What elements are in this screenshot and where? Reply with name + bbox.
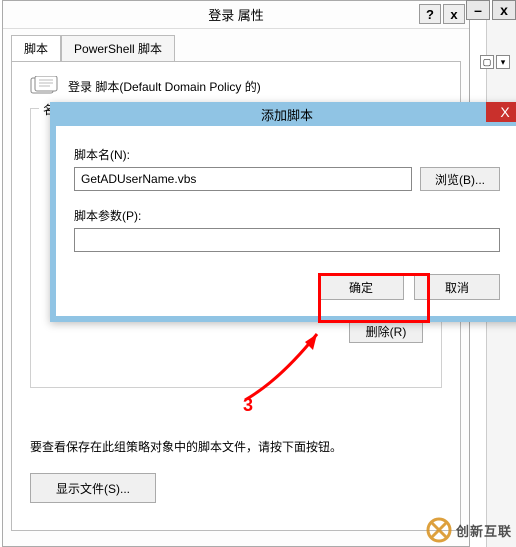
- add-script-dialog: 添加脚本 X 脚本名(N): 浏览(B)... 脚本参数(P): 确定 取消: [50, 102, 516, 322]
- annotation-number: 3: [243, 395, 253, 416]
- cancel-button[interactable]: 取消: [414, 274, 500, 300]
- small-icon-2: ▾: [496, 55, 510, 69]
- small-icon-1: ▢: [480, 55, 494, 69]
- add-script-close-button[interactable]: X: [486, 102, 516, 122]
- tab-scripts[interactable]: 脚本: [11, 35, 61, 61]
- tab-strip: 脚本 PowerShell 脚本: [11, 37, 461, 61]
- policy-header-line: 登录 脚本(Default Domain Policy 的): [30, 76, 442, 96]
- watermark-text: 创新互联: [456, 521, 512, 540]
- script-page-icon: [30, 76, 58, 96]
- background-window-controls: – x: [466, 0, 516, 20]
- background-small-icons: ▢ ▾: [480, 55, 510, 69]
- add-script-title: 添加脚本: [261, 105, 313, 124]
- bg-close-button[interactable]: x: [492, 0, 516, 20]
- watermark-logo-icon: [426, 517, 452, 543]
- add-script-body: 脚本名(N): 浏览(B)... 脚本参数(P): 确定 取消: [56, 126, 516, 316]
- script-params-input[interactable]: [74, 228, 500, 252]
- ok-button[interactable]: 确定: [318, 274, 404, 300]
- show-files-button[interactable]: 显示文件(S)...: [30, 473, 156, 503]
- help-button[interactable]: ?: [419, 4, 441, 24]
- script-name-label: 脚本名(N):: [74, 146, 500, 163]
- tab-powershell[interactable]: PowerShell 脚本: [61, 35, 175, 61]
- bg-minimize-button[interactable]: –: [466, 0, 490, 20]
- policy-header-text: 登录 脚本(Default Domain Policy 的): [68, 78, 261, 95]
- login-properties-titlebar: 登录 属性 ? x: [3, 1, 469, 29]
- hint-text: 要查看保存在此组策略对象中的脚本文件，请按下面按钮。: [30, 438, 442, 455]
- browse-button[interactable]: 浏览(B)...: [420, 167, 500, 191]
- watermark: 创新互联: [426, 517, 512, 543]
- script-params-label: 脚本参数(P):: [74, 207, 500, 224]
- add-script-titlebar: 添加脚本 X: [50, 102, 516, 126]
- parent-close-button[interactable]: x: [443, 4, 465, 24]
- login-properties-title: 登录 属性: [208, 5, 264, 24]
- script-name-input[interactable]: [74, 167, 412, 191]
- delete-button[interactable]: 删除(R): [349, 319, 423, 343]
